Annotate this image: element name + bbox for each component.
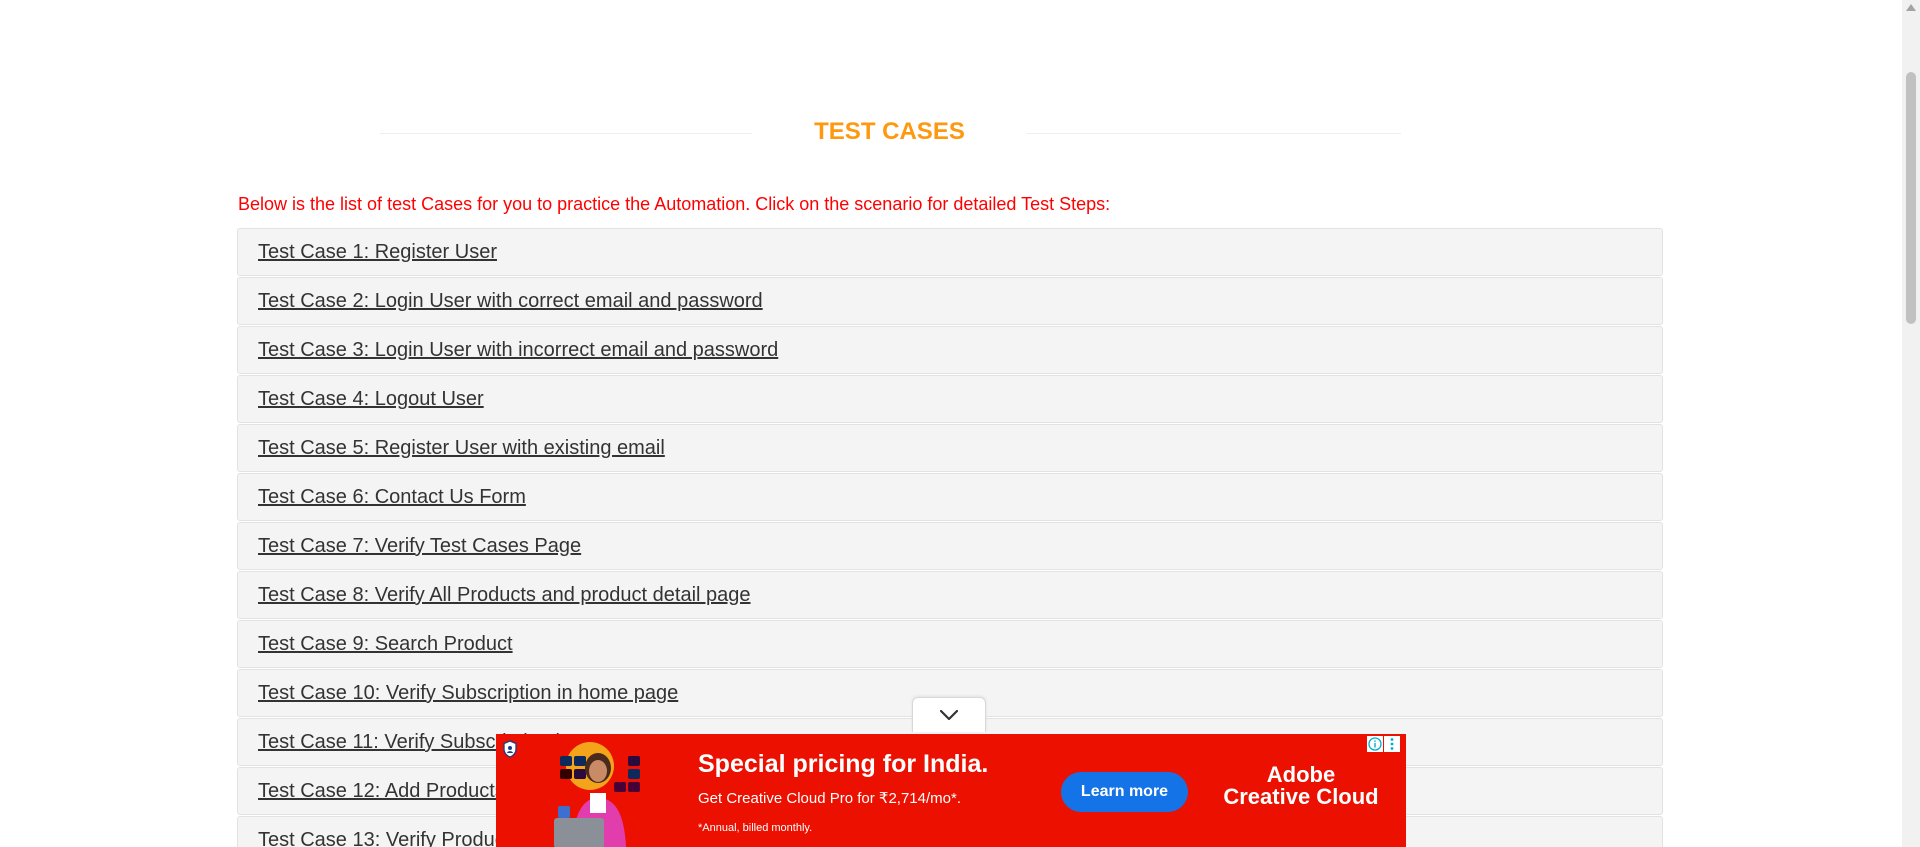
test-case-link[interactable]: Test Case 1: Register User bbox=[258, 241, 497, 263]
test-case-link[interactable]: Test Case 2: Login User with correct ema… bbox=[258, 290, 763, 312]
test-case-panel: Test Case 4: Logout User bbox=[237, 375, 1663, 423]
chevron-down-icon bbox=[940, 710, 958, 720]
learn-more-button[interactable]: Learn more bbox=[1061, 772, 1188, 812]
title-row: TEST CASES bbox=[0, 112, 1780, 152]
ad-collapse-button[interactable] bbox=[912, 697, 986, 732]
adobe-creative-cloud-logo: Adobe Creative Cloud bbox=[1216, 764, 1386, 808]
title-divider-right bbox=[1027, 133, 1401, 134]
info-icon bbox=[1368, 737, 1382, 751]
test-case-panel: Test Case 5: Register User with existing… bbox=[237, 424, 1663, 472]
test-case-link[interactable]: Test Case 9: Search Product bbox=[258, 633, 513, 655]
more-vert-icon bbox=[1390, 738, 1394, 750]
scrollbar-thumb[interactable] bbox=[1906, 72, 1916, 324]
intro-text: Below is the list of test Cases for you … bbox=[238, 194, 1111, 214]
test-case-link[interactable]: Test Case 6: Contact Us Form bbox=[258, 486, 526, 508]
page-title: TEST CASES bbox=[814, 118, 965, 145]
ad-footnote: *Annual, billed monthly. bbox=[698, 822, 813, 834]
brand-line-1: Adobe bbox=[1266, 762, 1336, 787]
ad-info-button[interactable] bbox=[1367, 736, 1383, 752]
page-scrollbar[interactable] bbox=[1902, 0, 1920, 847]
test-case-link[interactable]: Test Case 3: Login User with incorrect e… bbox=[258, 339, 778, 361]
test-case-panel: Test Case 8: Verify All Products and pro… bbox=[237, 571, 1663, 619]
shield-icon bbox=[503, 740, 517, 758]
test-case-link[interactable]: Test Case 8: Verify All Products and pro… bbox=[258, 584, 751, 606]
test-case-link[interactable]: Test Case 10: Verify Subscription in hom… bbox=[258, 682, 678, 704]
scroll-up-arrow-icon[interactable] bbox=[1906, 4, 1916, 11]
test-case-panel: Test Case 6: Contact Us Form bbox=[237, 473, 1663, 521]
ad-options-button[interactable] bbox=[1384, 736, 1400, 752]
ad-headline: Special pricing for India. bbox=[698, 750, 989, 778]
page-viewport: TEST CASES Below is the list of test Cas… bbox=[0, 0, 1920, 847]
test-case-link[interactable]: Test Case 4: Logout User bbox=[258, 388, 484, 410]
ad-subtext: Get Creative Cloud Pro for ₹2,714/mo*. bbox=[698, 790, 961, 807]
brand-line-2: Creative Cloud bbox=[1223, 784, 1379, 809]
test-case-link[interactable]: Test Case 7: Verify Test Cases Page bbox=[258, 535, 581, 557]
creative-cloud-promo-image bbox=[554, 742, 640, 847]
adobe-ad-banner[interactable]: Special pricing for India. Get Creative … bbox=[496, 734, 1406, 847]
test-case-panel: Test Case 2: Login User with correct ema… bbox=[237, 277, 1663, 325]
test-case-panel: Test Case 7: Verify Test Cases Page bbox=[237, 522, 1663, 570]
test-case-panel: Test Case 9: Search Product bbox=[237, 620, 1663, 668]
title-divider-left bbox=[380, 133, 752, 134]
test-case-panel: Test Case 3: Login User with incorrect e… bbox=[237, 326, 1663, 374]
test-case-link[interactable]: Test Case 5: Register User with existing… bbox=[258, 437, 665, 459]
test-case-panel: Test Case 1: Register User bbox=[237, 228, 1663, 276]
